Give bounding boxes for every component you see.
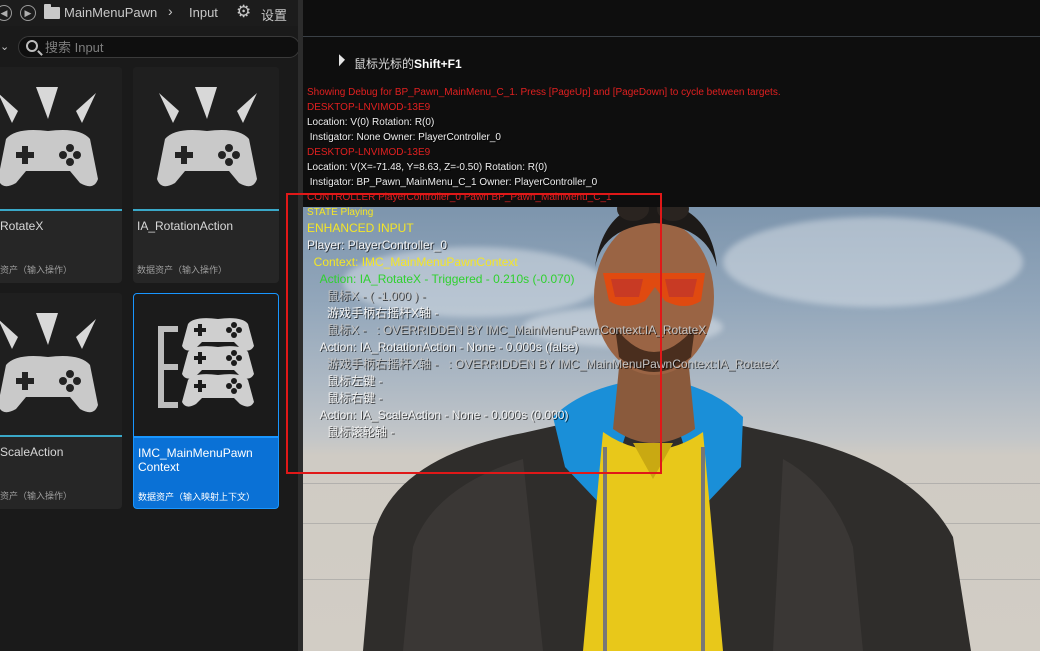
asset-thumbnail: [134, 294, 278, 436]
debug-line: DESKTOP-LNVIMOD-13E9: [307, 102, 431, 113]
asset-type: 数据资产（输入映射上下文）: [138, 492, 256, 502]
forward-icon[interactable]: ▶: [20, 5, 36, 21]
asset-type: 数据资产（输入操作）: [137, 265, 228, 275]
asset-accent-bar: [133, 209, 279, 211]
debug-line: Location: V(0) Rotation: R(0): [307, 117, 435, 128]
cursor-icon: [339, 54, 345, 68]
gamepad-icon: [0, 87, 98, 187]
asset-thumbnail: [0, 67, 122, 209]
asset-name: IA_RotationAction: [137, 219, 234, 233]
gamepad-icon: [157, 87, 257, 187]
debug-line: DESKTOP-LNVIMOD-13E9: [307, 147, 431, 158]
asset-name: IMC_MainMenuPawn Context: [138, 446, 253, 474]
asset-tile-rotatex[interactable]: RotateX 资产（输入操作）: [0, 67, 122, 283]
asset-tile-ia-rotationaction[interactable]: IA_RotationAction 数据资产（输入操作）: [133, 67, 279, 283]
debug-line: Location: V(X=-71.48, Y=8.63, Z=-0.50) R…: [307, 162, 548, 173]
debug-line: Instigator: None Owner: PlayerController…: [307, 132, 501, 143]
highlight-box: [286, 193, 662, 474]
asset-accent-bar: [0, 209, 122, 211]
search-box[interactable]: [18, 36, 300, 58]
asset-tile-scaleaction[interactable]: ScaleAction 资产（输入操作）: [0, 293, 122, 509]
chevron-down-icon[interactable]: ⌄: [0, 40, 9, 53]
debug-line: Instigator: BP_Pawn_MainMenu_C_1 Owner: …: [307, 177, 598, 188]
asset-accent-bar: [134, 436, 278, 438]
asset-thumbnail: [0, 293, 122, 435]
gear-icon[interactable]: ⚙: [236, 2, 251, 22]
viewport-separator: [303, 36, 1040, 37]
mapping-context-icon: [158, 318, 254, 408]
asset-type: 资产（输入操作）: [0, 265, 73, 275]
debug-line: Showing Debug for BP_Pawn_MainMenu_C_1. …: [307, 87, 781, 98]
search-row: ⌄: [0, 36, 300, 60]
gamepad-icon: [0, 313, 98, 413]
search-icon: [26, 40, 38, 52]
breadcrumb-input[interactable]: Input: [189, 5, 218, 20]
asset-name: RotateX: [0, 219, 44, 233]
asset-tile-imc-mainmenupawncontext[interactable]: IMC_MainMenuPawn Context 数据资产（输入映射上下文）: [133, 293, 279, 509]
chevron-right-icon: ›: [168, 3, 173, 19]
settings-button[interactable]: 设置: [261, 5, 287, 24]
asset-accent-bar: [0, 435, 122, 437]
asset-name: ScaleAction: [0, 445, 64, 459]
search-input[interactable]: [45, 39, 285, 55]
content-browser: ◀ ▶ MainMenuPawn › Input ⚙ 设置 ⌄ 搜索 Input…: [0, 0, 300, 651]
folder-icon: [44, 4, 60, 19]
asset-type: 资产（输入操作）: [0, 491, 73, 501]
back-icon[interactable]: ◀: [0, 5, 12, 21]
asset-thumbnail: [133, 67, 279, 209]
mouse-cursor-hint: 鼠标光标的Shift+F1: [354, 57, 462, 71]
content-browser-toolbar: ◀ ▶ MainMenuPawn › Input ⚙ 设置: [0, 0, 300, 26]
breadcrumb-folder[interactable]: MainMenuPawn: [64, 5, 157, 20]
